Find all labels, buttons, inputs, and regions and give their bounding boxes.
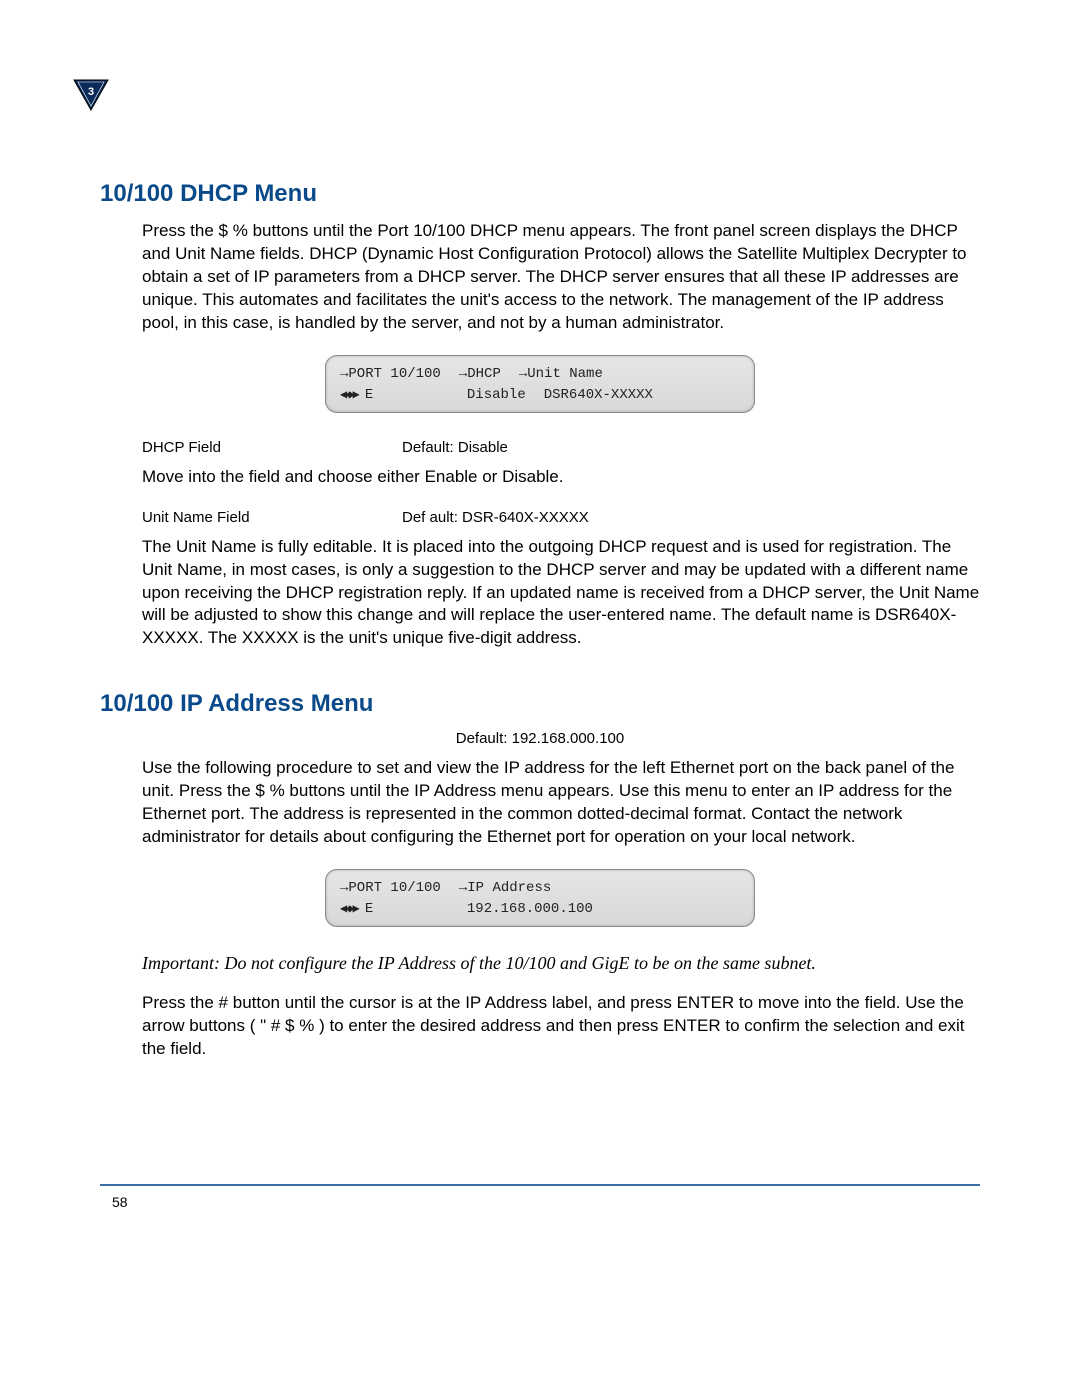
lcd-cell: ◀◆▶ E	[340, 385, 449, 406]
text: PORT 10/100	[348, 366, 440, 382]
text: DHCP	[467, 366, 501, 382]
button-symbol: #	[219, 993, 228, 1012]
ip-default-line: Default: 192.168.000.100	[100, 730, 980, 747]
text: E	[365, 387, 373, 403]
lcd-cell: 192.168.000.100	[467, 899, 593, 920]
lcd-line-2: ◀◆▶ E 192.168.000.100	[340, 899, 740, 920]
lcd-line-1: PORT 10/100 IP Address	[340, 878, 740, 899]
button-symbols: $ %	[255, 781, 284, 800]
arrow-right-icon	[459, 880, 467, 896]
text: E	[365, 901, 373, 917]
lcd-cell: ◀◆▶ E	[340, 899, 449, 920]
ip-press-instruction: Press the # button until the cursor is a…	[142, 992, 980, 1061]
field-label: DHCP Field	[142, 439, 402, 456]
lcd-cell: Disable	[467, 385, 526, 406]
footer-rule	[100, 1184, 980, 1186]
unitname-field-row: Unit Name Field Def ault: DSR-640X-XXXXX	[142, 509, 980, 526]
text: PORT 10/100	[348, 880, 440, 896]
lcd-line-2: ◀◆▶ E Disable DSR640X-XXXXX	[340, 385, 740, 406]
text: buttons until the Port 10/100 DHCP menu …	[142, 221, 967, 332]
text: IP Address	[467, 880, 551, 896]
arrow-right-icon	[459, 366, 467, 382]
page: 3 10/100 DHCP Menu Press the $ % buttons…	[0, 0, 1080, 1260]
ip-intro: Use the following procedure to set and v…	[142, 757, 980, 849]
lcd-line-1: PORT 10/100 DHCP Unit Name	[340, 364, 740, 385]
nav-arrows-icon: ◀◆▶	[340, 388, 365, 402]
field-default: Def ault: DSR-640X-XXXXX	[402, 509, 980, 526]
section-title-dhcp: 10/100 DHCP Menu	[100, 180, 980, 208]
dhcp-instruction: Move into the field and choose either En…	[142, 466, 980, 489]
text: Press the	[142, 993, 219, 1012]
dhcp-intro: Press the $ % buttons until the Port 10/…	[142, 220, 980, 335]
arrow-right-icon	[519, 366, 527, 382]
lcd-cell: Unit Name	[519, 364, 603, 385]
lcd-cell: PORT 10/100	[340, 878, 441, 899]
lcd-panel-dhcp: PORT 10/100 DHCP Unit Name ◀◆▶ E Disable…	[325, 355, 755, 413]
important-note: Important: Do not configure the IP Addre…	[142, 953, 980, 974]
field-default: Default: Disable	[402, 439, 980, 456]
page-number: 58	[112, 1194, 128, 1210]
dhcp-field-row: DHCP Field Default: Disable	[142, 439, 980, 456]
section-title-ip: 10/100 IP Address Menu	[100, 690, 980, 718]
chapter-marker: 3	[72, 78, 110, 112]
field-label: Unit Name Field	[142, 509, 402, 526]
lcd-cell: PORT 10/100	[340, 364, 441, 385]
button-symbols: " # $ %	[260, 1016, 314, 1035]
chapter-number: 3	[72, 86, 110, 98]
lcd-cell: DSR640X-XXXXX	[544, 385, 653, 406]
lcd-panel-ip: PORT 10/100 IP Address ◀◆▶ E 192.168.000…	[325, 869, 755, 927]
unitname-text: The Unit Name is fully editable. It is p…	[142, 536, 980, 651]
lcd-cell: IP Address	[459, 878, 551, 899]
nav-arrows-icon: ◀◆▶	[340, 902, 365, 916]
text: Unit Name	[527, 366, 603, 382]
text: Press the	[142, 221, 219, 240]
button-symbols: $ %	[219, 221, 248, 240]
lcd-cell: DHCP	[459, 364, 501, 385]
